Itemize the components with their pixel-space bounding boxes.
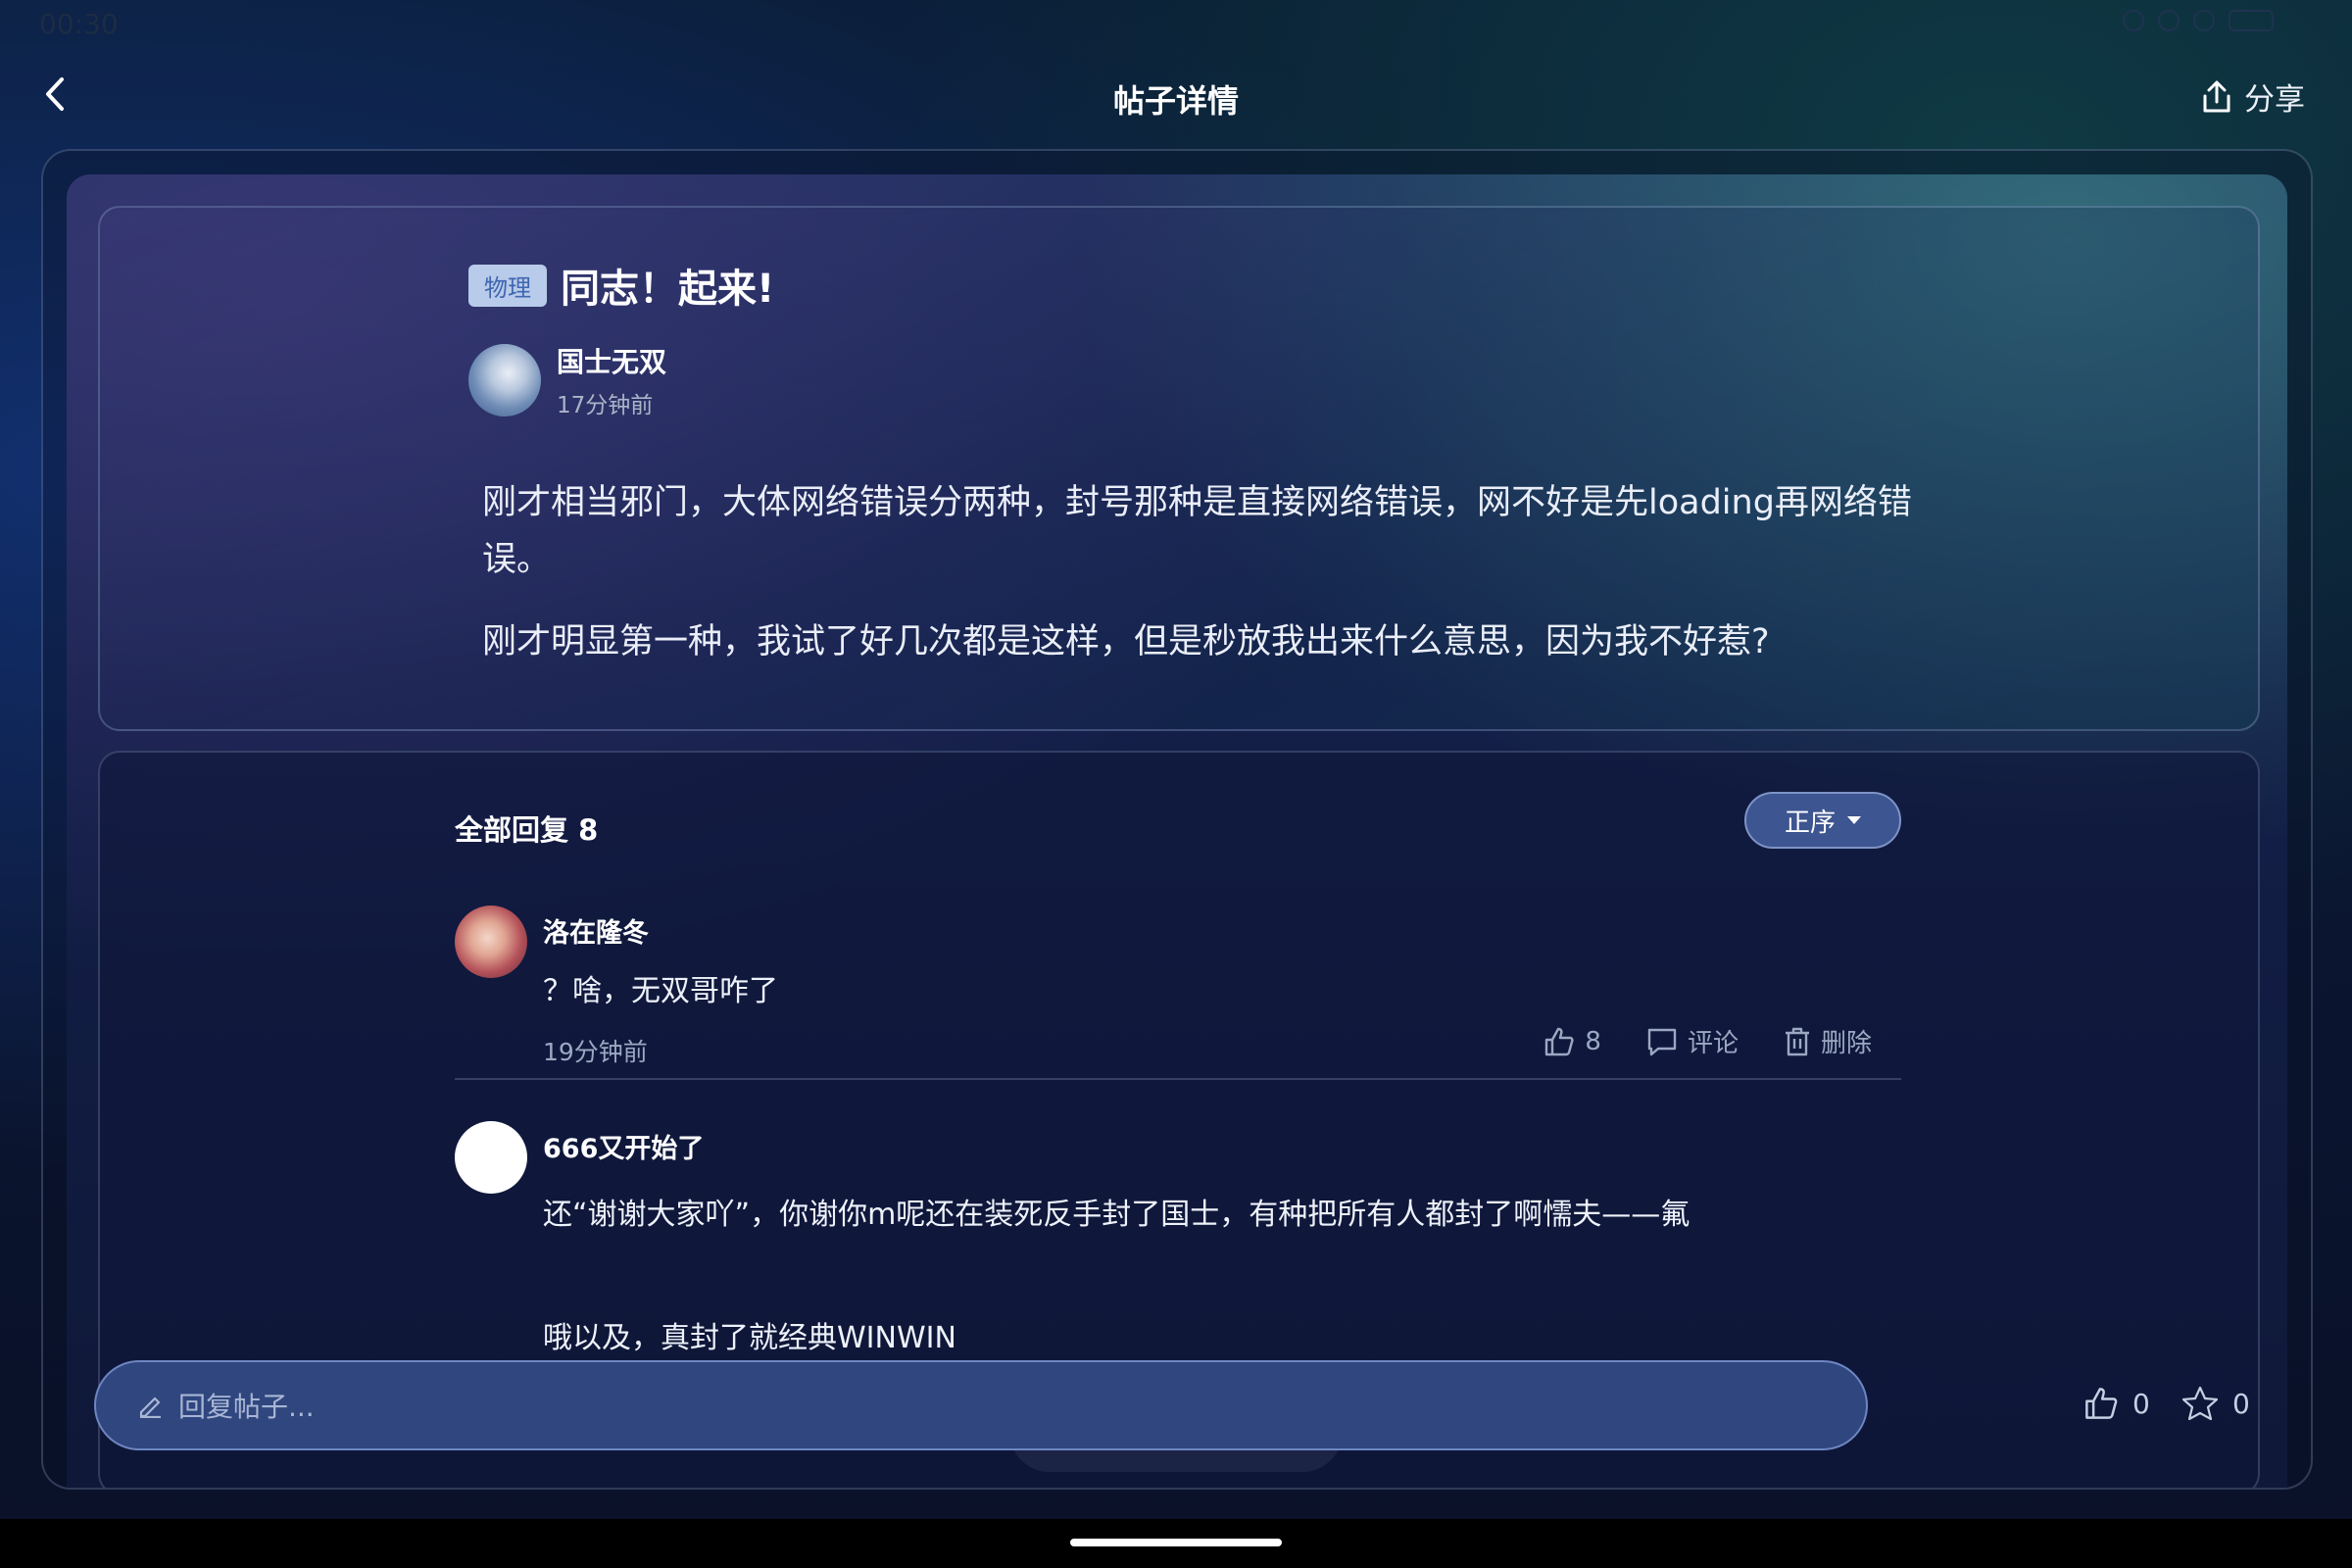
comment-button[interactable]: 评论	[1646, 1023, 1739, 1059]
post-paragraph: 刚才明显第一种，我试了好几次都是这样，但是秒放我出来什么意思，因为我不好惹?	[482, 622, 1770, 662]
thumbs-up-icon	[2085, 1388, 2118, 1419]
status-icons	[2123, 10, 2274, 31]
thumbs-up-icon	[1545, 1027, 1575, 1055]
post-title: 同志！起来!	[561, 267, 775, 312]
sort-label: 正序	[1784, 808, 1836, 838]
wifi-icon	[2193, 10, 2215, 31]
comment-actions: 8 评论 删除	[1544, 1023, 1872, 1059]
like-count: 8	[1585, 1026, 1601, 1056]
trash-icon	[1785, 1027, 1809, 1055]
status-time: 00:30	[39, 8, 119, 40]
share-label: 分享	[2244, 82, 2305, 118]
avatar[interactable]	[468, 344, 541, 416]
pencil-icon	[139, 1396, 161, 1418]
author-name[interactable]: 国士无双	[557, 341, 666, 380]
post-favorite-button[interactable]: 0	[2181, 1386, 2250, 1421]
post-card: 物理 同志！起来! 国士无双 17分钟前 刚才相当邪门，大体网络错误分两种，封号…	[98, 206, 2260, 731]
comment-text: 哦以及，真封了就经典WINWIN	[543, 1321, 956, 1355]
star-icon	[2181, 1386, 2219, 1421]
caret-down-icon	[1847, 816, 1861, 824]
comment-text: ？啥，无双哥咋了	[543, 974, 778, 1008]
comment-label: 评论	[1687, 1029, 1739, 1058]
battery-icon	[2229, 10, 2274, 31]
home-indicator[interactable]	[1070, 1539, 1282, 1546]
content-frame: 物理 同志！起来! 国士无双 17分钟前 刚才相当邪门，大体网络错误分两种，封号…	[41, 149, 2313, 1490]
category-tag[interactable]: 物理	[468, 264, 547, 307]
share-button[interactable]: 分享	[2201, 74, 2305, 119]
commenter-name[interactable]: 666又开始了	[543, 1127, 704, 1165]
commenter-name[interactable]: 洛在隆冬	[543, 911, 649, 950]
post-star-count: 0	[2232, 1387, 2250, 1420]
like-button[interactable]: 8	[1544, 1026, 1601, 1057]
avatar[interactable]	[455, 1121, 527, 1194]
delete-button[interactable]: 删除	[1784, 1023, 1872, 1059]
status-bar: 00:30	[0, 0, 2352, 49]
post-like-button[interactable]: 0	[2083, 1386, 2150, 1421]
page-title: 帖子详情	[1112, 82, 1239, 120]
replies-count: 全部回复 8	[455, 813, 599, 847]
comment-divider	[455, 1078, 1901, 1080]
avatar[interactable]	[455, 906, 527, 978]
top-bar: 帖子详情 分享	[0, 59, 2352, 137]
post-body: 刚才相当邪门，大体网络错误分两种，封号那种是直接网络错误，网不好是先loadin…	[482, 474, 1972, 670]
post-author[interactable]: 国士无双 17分钟前	[468, 341, 666, 419]
share-icon	[2203, 80, 2230, 112]
comment-time: 19分钟前	[543, 1038, 648, 1066]
comment-icon	[1647, 1028, 1677, 1055]
post-paragraph: 刚才相当邪门，大体网络错误分两种，封号那种是直接网络错误，网不好是先loadin…	[482, 483, 1912, 579]
post-like-count: 0	[2132, 1387, 2150, 1420]
post-time: 17分钟前	[557, 393, 654, 418]
alarm-icon	[2123, 10, 2144, 31]
sort-dropdown[interactable]: 正序	[1744, 792, 1901, 849]
delete-label: 删除	[1820, 1029, 1872, 1058]
reply-placeholder: 回复帖子...	[178, 1391, 315, 1423]
reply-input[interactable]: 回复帖子...	[94, 1360, 1868, 1450]
comment-text: 还“谢谢大家吖”，你谢你m呢还在装死反手封了国士，有种把所有人都封了啊懦夫——氟	[543, 1198, 1690, 1232]
bluetooth-icon	[2158, 10, 2180, 31]
post-header: 物理 同志！起来!	[468, 257, 774, 314]
